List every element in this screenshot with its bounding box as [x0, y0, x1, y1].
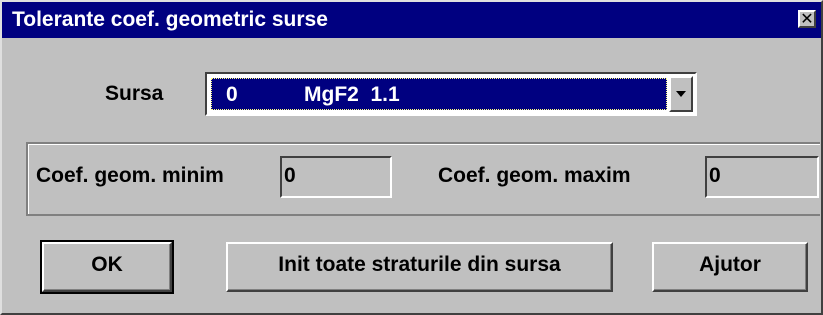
- max-coef-label: Coef. geom. maxim: [438, 164, 631, 187]
- min-coef-label: Coef. geom. minim: [36, 164, 224, 187]
- help-button[interactable]: Ajutor: [652, 242, 808, 292]
- min-coef-input[interactable]: 0: [280, 156, 392, 198]
- window-title: Tolerante coef. geometric surse: [12, 8, 328, 31]
- title-bar[interactable]: Tolerante coef. geometric surse ✕: [2, 2, 821, 38]
- source-combobox[interactable]: 0 MgF2 1.1: [205, 72, 697, 116]
- source-label: Sursa: [105, 82, 164, 105]
- ok-button[interactable]: OK: [40, 240, 174, 294]
- source-name: MgF2 1.1: [304, 83, 400, 106]
- source-index: 0: [226, 83, 238, 106]
- close-icon: ✕: [800, 9, 814, 28]
- source-selected-item[interactable]: 0 MgF2 1.1: [211, 78, 667, 110]
- coefficients-group: Coef. geom. minim 0 Coef. geom. maxim 0: [26, 142, 820, 216]
- dialog-window: Tolerante coef. geometric surse ✕ Sursa …: [0, 0, 823, 315]
- max-coef-input[interactable]: 0: [705, 156, 819, 198]
- close-button[interactable]: ✕: [798, 10, 816, 28]
- dropdown-arrow-button[interactable]: [669, 76, 693, 112]
- init-all-layers-button[interactable]: Init toate straturile din sursa: [226, 242, 613, 292]
- chevron-down-icon: [676, 91, 686, 97]
